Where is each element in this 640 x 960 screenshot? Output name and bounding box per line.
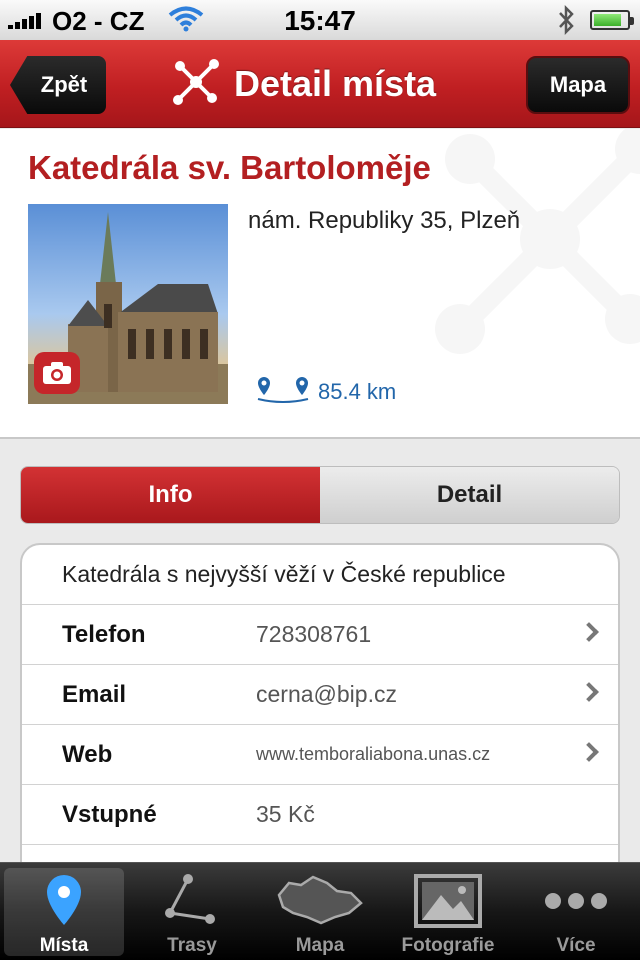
- route-distance-icon: [256, 375, 314, 409]
- phone-value: 728308761: [256, 621, 372, 647]
- table-row-vstupne: Vstupné 35 Kč: [22, 785, 618, 845]
- back-button[interactable]: Zpět: [10, 56, 106, 114]
- table-row-telefon[interactable]: Telefon 728308761: [22, 605, 618, 665]
- place-header: Katedrála sv. Bartoloměje nám. Republiky…: [0, 129, 640, 439]
- email-value: cerna@bip.cz: [256, 681, 397, 707]
- clock: 15:47: [284, 5, 356, 36]
- row-label: Telefon: [62, 620, 146, 648]
- table-row-email[interactable]: Email cerna@bip.cz: [22, 665, 618, 725]
- segment-info[interactable]: Info: [21, 467, 320, 523]
- czech-map-icon: [256, 873, 384, 929]
- background-logo-icon: [420, 129, 640, 374]
- battery-icon: [590, 10, 634, 30]
- tab-mista[interactable]: Místa: [0, 863, 128, 960]
- web-value: www.temboraliabona.unas.cz: [256, 744, 491, 764]
- nav-title-group: Detail místa: [170, 54, 436, 114]
- row-label: Email: [62, 680, 127, 708]
- chevron-right-icon: [579, 682, 599, 702]
- place-title: Katedrála sv. Bartoloměje: [28, 149, 431, 186]
- tab-fotografie[interactable]: Fotografie: [384, 863, 512, 960]
- camera-icon[interactable]: [34, 352, 80, 394]
- more-icon: [512, 873, 640, 929]
- description-row: Katedrála s nejvyšší věží v České republ…: [22, 545, 618, 605]
- status-bar: O2 - CZ 15:47: [0, 0, 640, 40]
- bluetooth-icon: [556, 4, 576, 41]
- map-button[interactable]: Mapa: [526, 56, 630, 114]
- chevron-right-icon: [579, 622, 599, 642]
- navigation-bar: Zpět Detail místa Mapa: [0, 40, 640, 128]
- distance-value: 85.4 km: [318, 379, 397, 404]
- tab-vice[interactable]: Více: [512, 863, 640, 960]
- distance-indicator: 85.4 km: [256, 375, 396, 409]
- map-pin-icon: [0, 873, 128, 927]
- place-photo[interactable]: [28, 204, 228, 404]
- tab-bar: Místa Trasy Mapa Fotografie Více: [0, 862, 640, 960]
- tab-mapa[interactable]: Mapa: [256, 863, 384, 960]
- row-label: Web: [62, 740, 113, 768]
- chevron-right-icon: [579, 742, 599, 762]
- info-table: Katedrála s nejvyšší věží v České republ…: [20, 543, 620, 883]
- place-address: nám. Republiky 35, Plzeň: [248, 207, 521, 234]
- segment-detail[interactable]: Detail: [320, 467, 619, 523]
- row-label: Vstupné: [62, 800, 157, 828]
- route-icon: [128, 873, 256, 929]
- table-row-web[interactable]: Web www.temboraliabona.unas.cz: [22, 725, 618, 785]
- tab-label: Místa: [39, 935, 89, 956]
- place-description: Katedrála s nejvyšší věží v České republ…: [62, 561, 506, 587]
- photo-icon: [384, 873, 512, 929]
- tab-label: Trasy: [167, 935, 217, 956]
- admission-value: 35 Kč: [256, 801, 315, 827]
- tab-trasy[interactable]: Trasy: [128, 863, 256, 960]
- tab-label: Mapa: [295, 935, 345, 956]
- page-title: Detail místa: [234, 63, 437, 104]
- app-logo-icon: [170, 56, 222, 113]
- info-detail-segmented-control: Info Detail: [20, 466, 620, 524]
- tab-label: Více: [556, 935, 596, 956]
- tab-label: Fotografie: [401, 935, 495, 956]
